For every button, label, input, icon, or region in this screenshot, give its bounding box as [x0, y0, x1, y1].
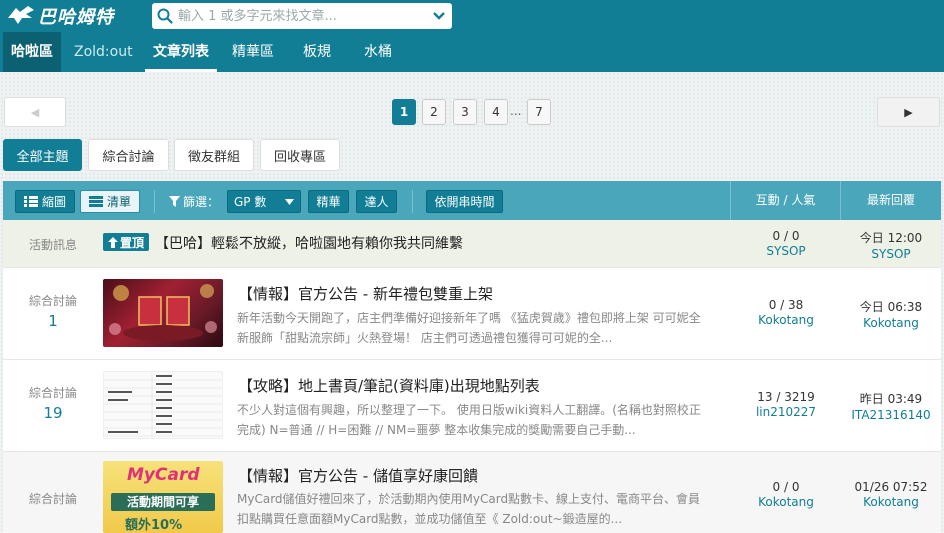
row-latest: 01/26 07:52 Kokotang [841, 480, 941, 509]
essence-filter-button[interactable]: 精華 [308, 190, 349, 213]
page-1[interactable]: 1 [392, 99, 416, 125]
row-latest: 今日 12:00 SYSOP [841, 229, 941, 261]
row-stat-user[interactable]: lin210227 [731, 405, 841, 419]
row-latest-time[interactable]: 今日 06:38 [860, 300, 922, 314]
table-row[interactable]: 綜合討論 19 【攻略】地上書頁/筆記(資料庫)出現地點列表 不少人對這個有興趣… [3, 360, 941, 452]
row-stats: 0 / 0 SYSOP [731, 229, 841, 258]
row-category: 綜合討論 [28, 294, 77, 308]
search-input[interactable] [178, 4, 426, 28]
thumb-brand-text: MyCard [127, 465, 200, 485]
row-latest-time[interactable]: 01/26 07:52 [855, 480, 928, 494]
nav-item-rules[interactable]: 板規 [295, 32, 339, 72]
row-stats: 0 / 38 Kokotang [731, 298, 841, 327]
pinned-badge: 置頂 [103, 233, 149, 251]
sort-select-value: GP 數 [234, 195, 267, 209]
expert-filter-button[interactable]: 達人 [356, 190, 397, 213]
row-latest: 昨日 03:49 ITA21316140 [841, 390, 941, 422]
row-stat-value: 13 / 3219 [757, 390, 815, 404]
nav-item-article-list[interactable]: 文章列表 [145, 32, 217, 72]
row-description: 不少人對這個有興趣，所以整理了一下。 使用日版wiki資料人工翻譯。(名稱也對照… [237, 403, 701, 437]
row-stat-user[interactable]: Kokotang [731, 495, 841, 509]
chevron-down-icon[interactable] [426, 3, 452, 29]
tab-general[interactable]: 綜合討論 [88, 139, 169, 171]
search-box [152, 3, 452, 29]
thumb-view-label: 縮圖 [41, 195, 66, 209]
row-title[interactable]: 【攻略】地上書頁/筆記(資料庫)出現地點列表 [238, 375, 540, 396]
thumb-caption-2: 額外10% [125, 518, 183, 533]
page-last[interactable]: 7 [527, 99, 551, 125]
nav-item-forum[interactable]: 哈啦區 [3, 32, 61, 72]
row-thumbnail[interactable] [103, 279, 223, 347]
sort-select[interactable]: GP 數 [227, 190, 301, 213]
prev-page-button[interactable]: ◀ [4, 97, 66, 127]
row-title[interactable]: 【巴哈】輕鬆不放縱，哈啦園地有賴你我共同維繫 [155, 233, 463, 253]
row-thumbnail[interactable]: MyCard 活動期間可享 額外10% [103, 461, 223, 533]
row-reply-count: 19 [43, 404, 63, 422]
row-latest-user[interactable]: Kokotang [841, 495, 941, 509]
column-latest-header: 最新回覆 [840, 181, 941, 220]
row-category: 綜合討論 [28, 386, 77, 400]
pinned-label: 置頂 [119, 235, 144, 250]
table-row[interactable]: 綜合討論 1 【情報】官方公告 - 新年禮包雙重上架 新年活動今天開跑了，店主們… [3, 268, 941, 360]
filter-label: 篩選： [183, 195, 220, 209]
list-view-label: 清單 [106, 195, 131, 209]
row-description: MyCard儲值好禮回來了，於活動期內使用MyCard點數卡、線上支付、電商平台… [237, 492, 701, 526]
row-latest-user[interactable]: SYSOP [841, 247, 941, 261]
tab-friends[interactable]: 徵友群組 [174, 139, 254, 171]
spreadsheet-table-image [104, 372, 222, 438]
row-stat-value: 0 / 0 [772, 480, 800, 494]
header-divider [154, 190, 155, 213]
new-year-banner-image [109, 284, 217, 341]
column-interact-header: 互動 / 人氣 [730, 181, 840, 220]
nav-item-board[interactable]: Zold:out [66, 32, 141, 72]
nav-item-essence[interactable]: 精華區 [224, 32, 282, 72]
logo-text: 巴哈姆特 [38, 7, 114, 28]
row-thumbnail[interactable] [103, 371, 223, 439]
list-header: 縮圖 清單 篩選： GP 數 精華 達人 依開串時間 互動 / 人氣 最新回覆 [3, 181, 941, 220]
next-page-button[interactable]: ▶ [877, 97, 940, 127]
row-stats: 13 / 3219 lin210227 [731, 390, 841, 419]
row-stat-user[interactable]: Kokotang [731, 313, 841, 327]
page-2[interactable]: 2 [422, 99, 446, 125]
dragon-logo-icon [8, 6, 34, 24]
row-latest-time[interactable]: 昨日 03:49 [860, 392, 922, 406]
top-bar: 巴哈姆特 [0, 0, 944, 32]
search-icon[interactable] [152, 3, 178, 29]
page-3[interactable]: 3 [453, 99, 477, 125]
row-description: 新年活動今天開跑了，店主們準備好迎接新年了嗎 《猛虎賀歲》禮包即將上架 可可妮全… [237, 311, 701, 345]
tab-recycle[interactable]: 回收專區 [260, 139, 340, 171]
grid-list-icon [23, 196, 38, 207]
caret-down-icon [285, 198, 294, 205]
page-4[interactable]: 4 [484, 99, 508, 125]
row-latest-time[interactable]: 今日 12:00 [860, 231, 922, 245]
list-view-button[interactable]: 清單 [80, 190, 140, 213]
tab-all-topics[interactable]: 全部主題 [3, 139, 82, 171]
row-latest-user[interactable]: ITA21316140 [841, 408, 941, 422]
page-ellipsis: ... [510, 104, 522, 118]
thumb-view-button[interactable]: 縮圖 [15, 190, 75, 213]
row-stats: 0 / 0 Kokotang [731, 480, 841, 509]
table-row-sticky[interactable]: 活動訊息 置頂 【巴哈】輕鬆不放縱，哈啦園地有賴你我共同維繫 0 / 0 SYS… [3, 220, 941, 268]
row-latest-user[interactable]: Kokotang [841, 316, 941, 330]
nav-item-bucket[interactable]: 水桶 [356, 32, 400, 72]
row-stat-user[interactable]: SYSOP [731, 244, 841, 258]
row-category: 活動訊息 [28, 238, 77, 252]
row-latest: 今日 06:38 Kokotang [841, 298, 941, 330]
header-divider [412, 190, 413, 213]
row-stat-value: 0 / 0 [772, 229, 800, 243]
nav-bar: 哈啦區 Zold:out 文章列表 精華區 板規 水桶 [0, 32, 944, 72]
row-category: 綜合討論 [28, 492, 77, 506]
sort-by-time-button[interactable]: 依開串時間 [426, 190, 503, 213]
row-stat-value: 0 / 38 [768, 298, 804, 312]
row-title[interactable]: 【情報】官方公告 - 儲值享好康回饋 [238, 465, 478, 486]
thumb-caption: 活動期間可享 [111, 493, 215, 511]
site-logo[interactable]: 巴哈姆特 [6, 3, 136, 29]
arrow-up-icon [107, 236, 118, 248]
filter-icon [169, 196, 180, 207]
row-reply-count: 1 [48, 312, 58, 330]
row-title[interactable]: 【情報】官方公告 - 新年禮包雙重上架 [238, 283, 493, 304]
list-icon [88, 196, 103, 207]
table-row[interactable]: 綜合討論 MyCard 活動期間可享 額外10% 【情報】官方公告 - 儲值享好… [3, 452, 941, 533]
